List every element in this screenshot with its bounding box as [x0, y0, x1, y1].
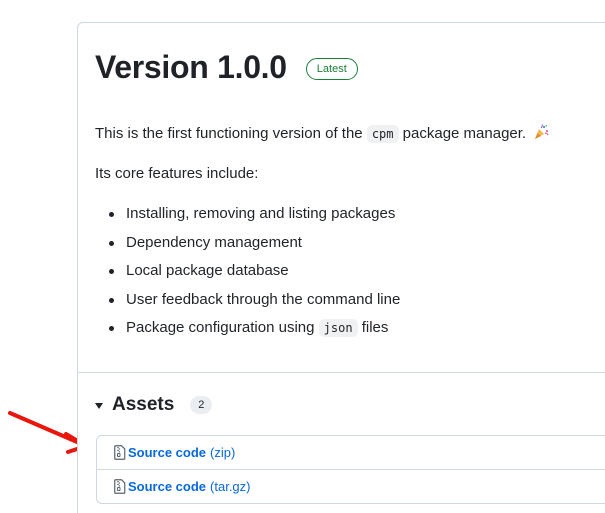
- party-popper-icon: [535, 124, 549, 139]
- source-code-targz-link[interactable]: Source code: [128, 479, 206, 494]
- asset-row-zip: Source code (zip): [97, 436, 605, 469]
- feature-text: Local package database: [126, 262, 289, 279]
- inline-code-json: json: [318, 319, 358, 337]
- list-item: Dependency management: [108, 232, 400, 261]
- release-title[interactable]: Version 1.0.0: [95, 47, 287, 87]
- intro-text-after: package manager.: [402, 125, 527, 142]
- list-item: Local package database: [108, 260, 400, 289]
- intro-text-before: This is the first functioning version of…: [95, 125, 363, 142]
- page: Version 1.0.0 Latest This is the first f…: [0, 0, 605, 513]
- release-header: Version 1.0.0 Latest: [95, 47, 358, 87]
- feature-text: Installing, removing and listing package…: [126, 205, 396, 222]
- divider: [78, 372, 605, 373]
- assets-list: Source code (zip) Source code (tar.gz): [96, 435, 605, 504]
- file-zip-icon: [114, 445, 126, 460]
- latest-badge: Latest: [305, 58, 358, 80]
- file-zip-icon: [114, 479, 126, 494]
- assets-count-badge: 2: [190, 396, 213, 414]
- release-card: Version 1.0.0 Latest This is the first f…: [77, 22, 605, 513]
- list-item: User feedback through the command line: [108, 289, 401, 318]
- list-item: Package configuration using json files: [108, 317, 400, 346]
- inline-code-cpm: cpm: [366, 125, 399, 143]
- feature-text-before: Package configuration using: [126, 319, 315, 336]
- features-intro: Its core features include:: [95, 165, 259, 182]
- intro-paragraph: This is the first functioning version of…: [95, 123, 549, 145]
- feature-text: Dependency management: [126, 233, 302, 251]
- features-list: Installing, removing and listing package…: [95, 203, 400, 346]
- source-code-zip-link[interactable]: Source code: [128, 445, 206, 460]
- list-item: Installing, removing and listing package…: [108, 203, 400, 232]
- assets-toggle[interactable]: Assets 2: [95, 394, 213, 416]
- asset-row-targz: Source code (tar.gz): [97, 469, 605, 503]
- assets-heading[interactable]: Assets: [112, 394, 174, 416]
- feature-text-after: files: [361, 319, 389, 336]
- feature-text: User feedback through the command line: [126, 290, 401, 308]
- caret-down-icon[interactable]: [95, 402, 103, 409]
- source-code-zip-ext[interactable]: (zip): [210, 445, 235, 460]
- source-code-targz-ext[interactable]: (tar.gz): [210, 479, 250, 494]
